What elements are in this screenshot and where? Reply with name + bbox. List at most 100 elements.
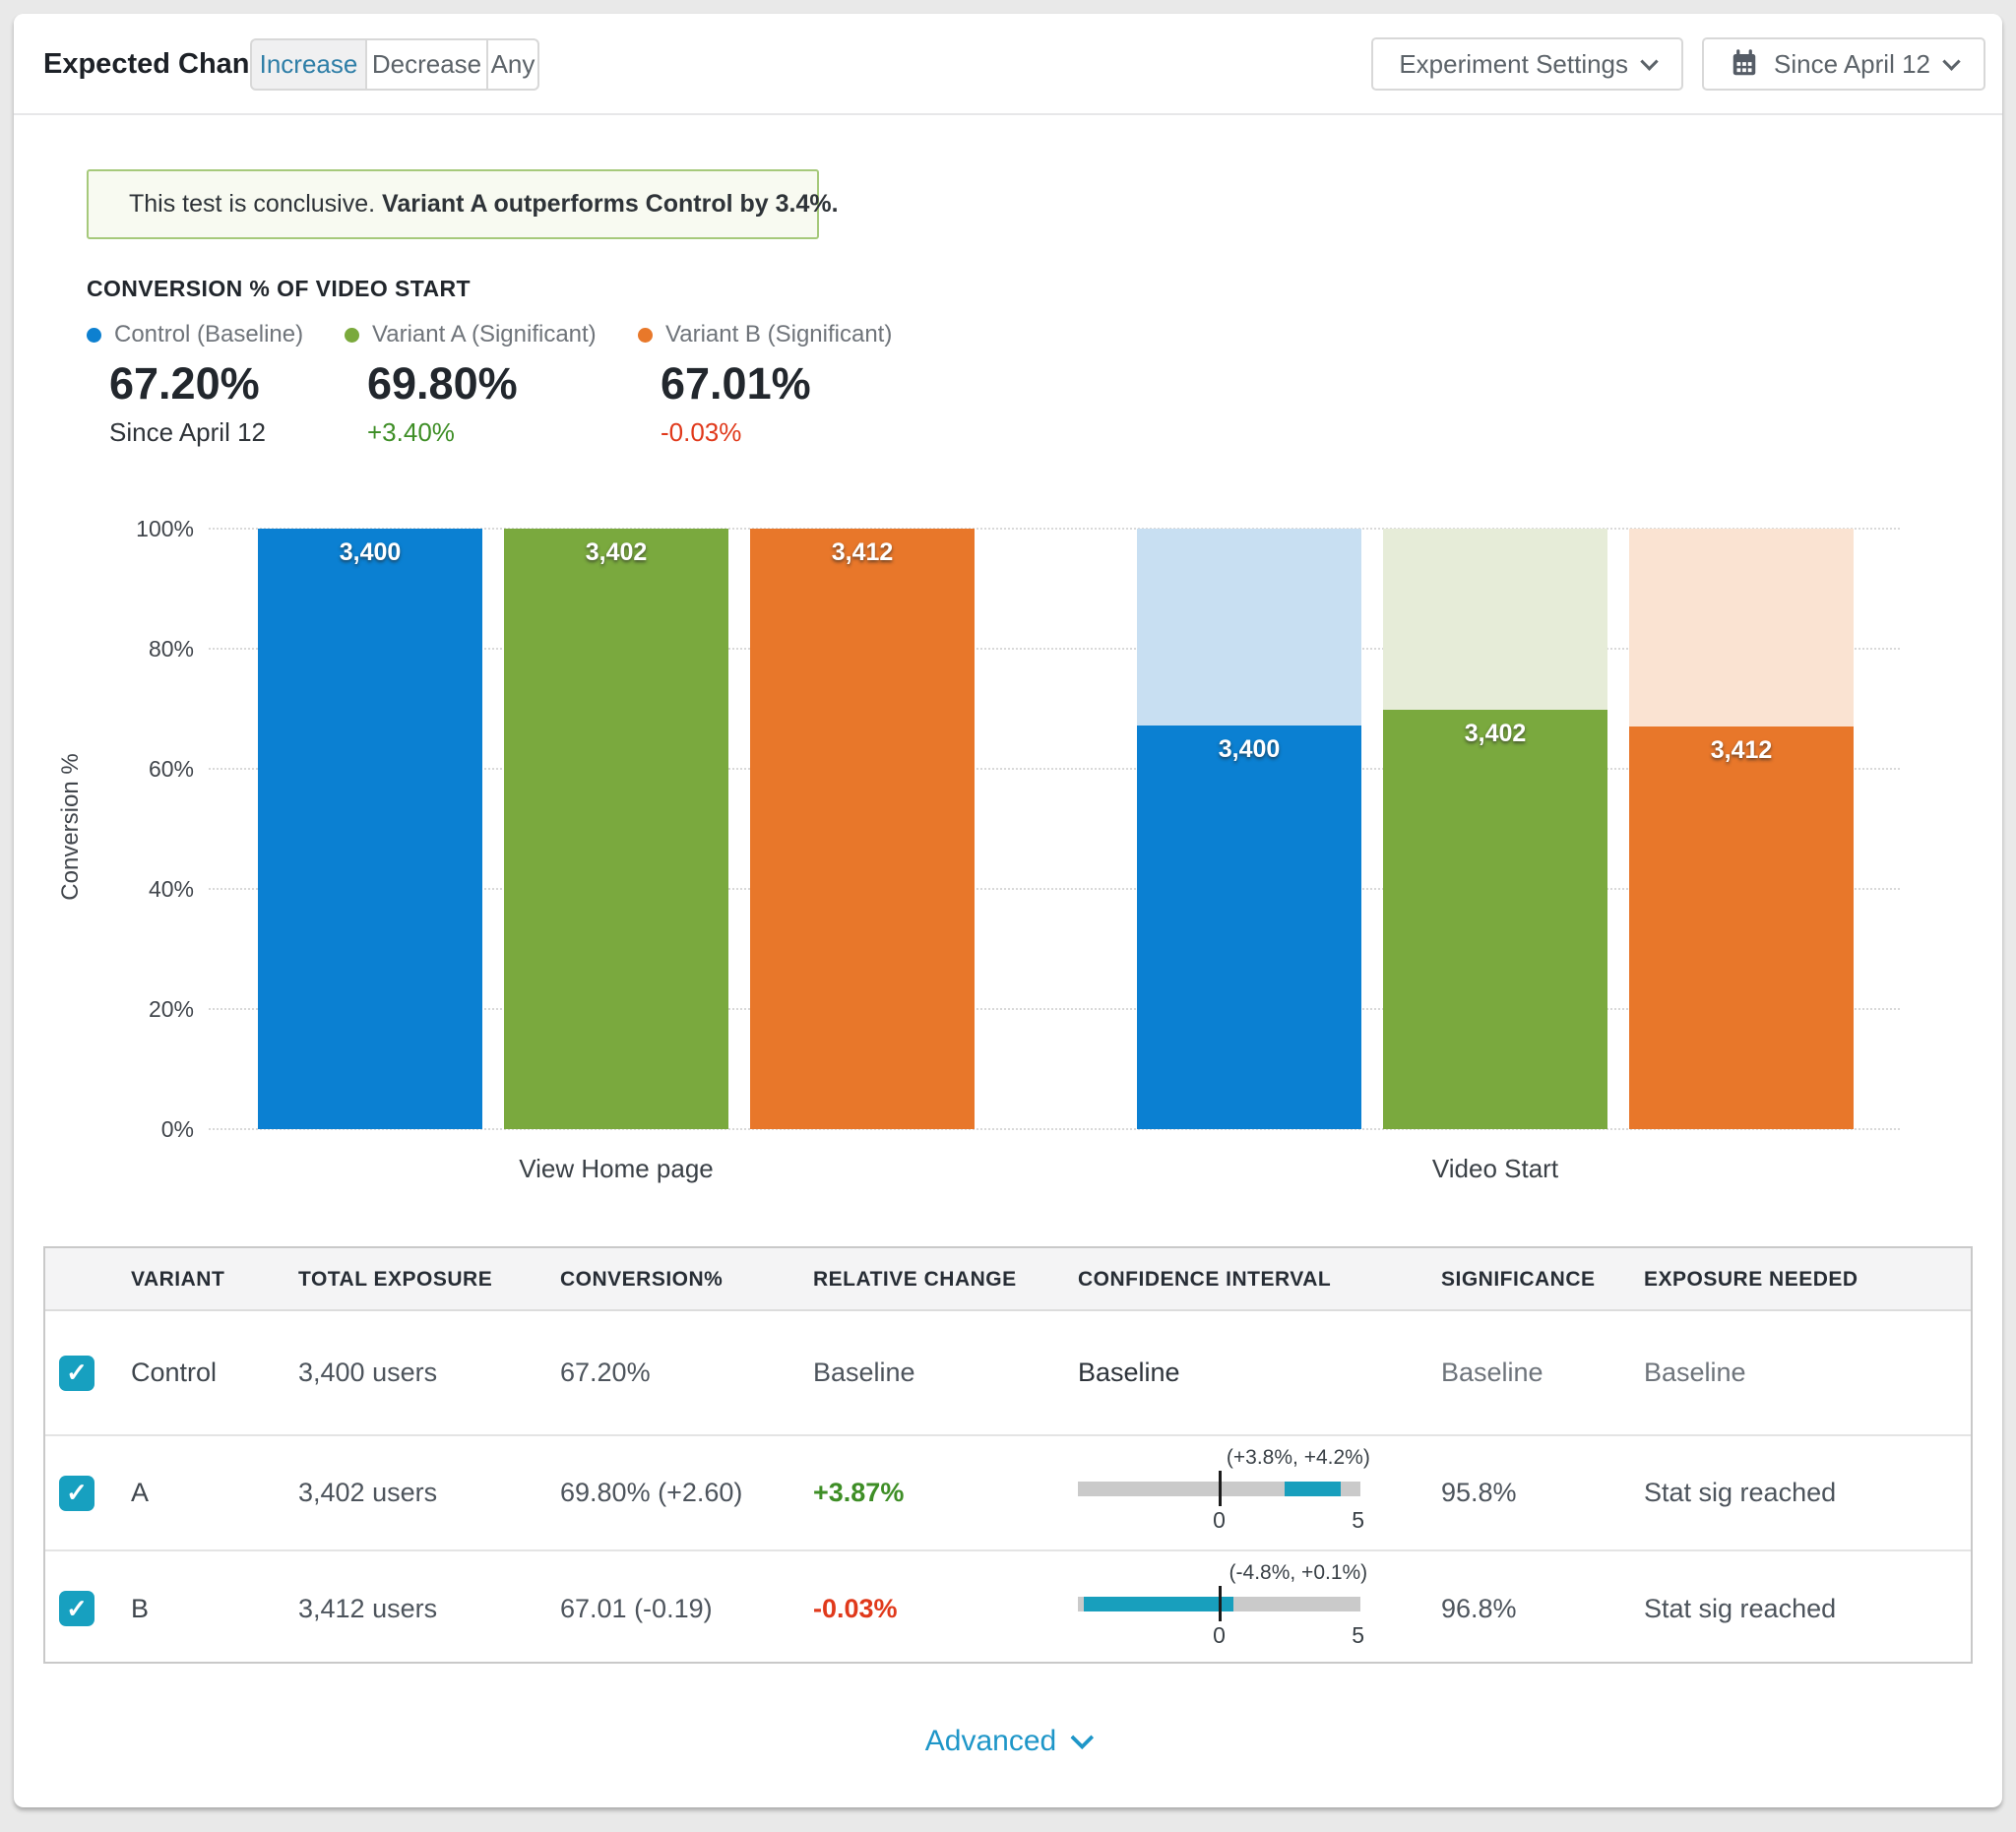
bar-control-view-home-page[interactable]: 3,400 bbox=[258, 529, 482, 1129]
toggle-any[interactable]: Any bbox=[486, 38, 539, 91]
banner-text-normal: This test is conclusive. bbox=[129, 190, 375, 218]
bar-fill: 3,400 bbox=[258, 529, 482, 1129]
table-row-variant-a: A 3,402 users 69.80% (+2.60) +3.87% (+3.… bbox=[45, 1434, 1971, 1549]
banner-text-bold: Variant A outperforms Control by 3.4%. bbox=[382, 190, 839, 218]
x-axis-label-video-start: Video Start bbox=[1298, 1154, 1692, 1184]
metric-subtext: +3.40% bbox=[367, 417, 597, 448]
toggle-increase[interactable]: Increase bbox=[250, 38, 367, 91]
ci-axis-zero: 0 bbox=[1213, 1507, 1226, 1534]
chart-title: CONVERSION % OF VIDEO START bbox=[87, 276, 471, 302]
cell-variant: Control bbox=[131, 1311, 217, 1434]
cell-total-exposure: 3,400 users bbox=[298, 1311, 437, 1434]
x-axis-label-view-home-page: View Home page bbox=[419, 1154, 813, 1184]
chevron-down-icon bbox=[1942, 52, 1960, 70]
bar-variant-b-view-home-page[interactable]: 3,412 bbox=[750, 529, 975, 1129]
bar-variant-a-view-home-page[interactable]: 3,402 bbox=[504, 529, 728, 1129]
bar-count-label: 3,400 bbox=[1137, 735, 1361, 764]
y-tick: 40% bbox=[102, 876, 194, 902]
cell-exposure-needed: Stat sig reached bbox=[1644, 1436, 1836, 1549]
cell-conversion: 67.01 (-0.19) bbox=[560, 1551, 713, 1666]
legend-dot-icon bbox=[345, 328, 359, 343]
metric-value: 69.80% bbox=[367, 358, 597, 410]
cell-variant: B bbox=[131, 1551, 149, 1666]
advanced-label: Advanced bbox=[925, 1725, 1056, 1758]
metric-card-variant-b: Variant B (Significant) 67.01% -0.03% bbox=[638, 321, 892, 448]
column-header-total-exposure: TOTAL EXPOSURE bbox=[298, 1248, 492, 1311]
bar-count-label: 3,402 bbox=[504, 538, 728, 567]
ci-zero-tick bbox=[1219, 1586, 1222, 1621]
column-header-significance: SIGNIFICANCE bbox=[1441, 1248, 1596, 1311]
ci-track bbox=[1078, 1482, 1360, 1496]
legend-label: Variant A (Significant) bbox=[372, 321, 597, 348]
cell-relative-change: -0.03% bbox=[813, 1551, 898, 1666]
bar-variant-a-video-start[interactable]: 3,402 bbox=[1383, 529, 1607, 1129]
row-checkbox[interactable] bbox=[59, 1591, 94, 1626]
y-axis-ticks: 100% 80% 60% 40% 20% 0% bbox=[102, 529, 194, 1129]
legend-entry-control: Control (Baseline) bbox=[87, 321, 303, 348]
table-row-variant-b: B 3,412 users 67.01 (-0.19) -0.03% (-4.8… bbox=[45, 1549, 1971, 1666]
ci-zero-tick bbox=[1219, 1471, 1222, 1506]
metric-subtext: Since April 12 bbox=[109, 417, 303, 448]
column-header-conversion: CONVERSION% bbox=[560, 1248, 723, 1311]
bar-variant-b-video-start[interactable]: 3,412 bbox=[1629, 529, 1854, 1129]
legend-dot-icon bbox=[87, 328, 101, 343]
ci-axis-end: 5 bbox=[1352, 1622, 1364, 1649]
y-tick: 0% bbox=[102, 1116, 194, 1142]
results-table: VARIANT TOTAL EXPOSURE CONVERSION% RELAT… bbox=[43, 1246, 1973, 1664]
date-range-dropdown[interactable]: Since April 12 bbox=[1702, 37, 1985, 91]
ci-track bbox=[1078, 1597, 1360, 1611]
metric-value: 67.01% bbox=[661, 358, 892, 410]
column-header-confidence-interval: CONFIDENCE INTERVAL bbox=[1078, 1248, 1331, 1311]
column-header-relative-change: RELATIVE CHANGE bbox=[813, 1248, 1017, 1311]
confidence-interval-widget: (-4.8%, +0.1%) 0 5 bbox=[1078, 1561, 1360, 1656]
bar-count-label: 3,402 bbox=[1383, 720, 1607, 748]
metric-card-variant-a: Variant A (Significant) 69.80% +3.40% bbox=[345, 321, 597, 448]
y-tick: 60% bbox=[102, 756, 194, 782]
bar-fill: 3,402 bbox=[1383, 710, 1607, 1129]
experiment-settings-dropdown[interactable]: Experiment Settings bbox=[1371, 37, 1683, 91]
y-axis-label: Conversion % bbox=[57, 753, 85, 900]
table-header-row: VARIANT TOTAL EXPOSURE CONVERSION% RELAT… bbox=[45, 1248, 1971, 1311]
bar-chart-plot-area: 3,400 3,402 3,412 3,400 3,402 bbox=[209, 529, 1900, 1129]
banner-text: This test is conclusive. Variant A outpe… bbox=[129, 190, 839, 219]
cell-relative-change: +3.87% bbox=[813, 1436, 904, 1549]
row-checkbox[interactable] bbox=[59, 1476, 94, 1511]
y-tick: 100% bbox=[102, 516, 194, 541]
metric-subtext: -0.03% bbox=[661, 417, 892, 448]
bar-control-video-start[interactable]: 3,400 bbox=[1137, 529, 1361, 1129]
legend-entry-variant-a: Variant A (Significant) bbox=[345, 321, 597, 348]
bar-count-label: 3,412 bbox=[1629, 736, 1854, 765]
cell-exposure-needed: Baseline bbox=[1644, 1311, 1746, 1434]
conclusive-banner: This test is conclusive. Variant A outpe… bbox=[87, 169, 819, 239]
legend-label: Control (Baseline) bbox=[114, 321, 303, 348]
cell-variant: A bbox=[131, 1436, 149, 1549]
y-tick: 80% bbox=[102, 636, 194, 662]
column-header-exposure-needed: EXPOSURE NEEDED bbox=[1644, 1248, 1858, 1311]
ci-axis-zero: 0 bbox=[1213, 1622, 1226, 1649]
cell-total-exposure: 3,412 users bbox=[298, 1551, 437, 1666]
column-header-variant: VARIANT bbox=[131, 1248, 224, 1311]
cell-total-exposure: 3,402 users bbox=[298, 1436, 437, 1549]
y-tick: 20% bbox=[102, 996, 194, 1022]
topbar-actions: Experiment Settings Since April 12 bbox=[1371, 37, 1985, 91]
cell-confidence-interval: Baseline bbox=[1078, 1311, 1180, 1434]
date-range-label: Since April 12 bbox=[1774, 49, 1930, 80]
bar-count-label: 3,412 bbox=[750, 538, 975, 567]
legend-label: Variant B (Significant) bbox=[665, 321, 892, 348]
ci-range-label: (-4.8%, +0.1%) bbox=[1229, 1561, 1368, 1585]
ci-range-label: (+3.8%, +4.2%) bbox=[1227, 1446, 1370, 1470]
ci-interval-bar bbox=[1285, 1482, 1341, 1496]
metric-card-control: Control (Baseline) 67.20% Since April 12 bbox=[87, 321, 303, 448]
ci-interval-bar bbox=[1084, 1597, 1233, 1611]
bar-fill: 3,412 bbox=[750, 529, 975, 1129]
chevron-down-icon bbox=[1071, 1726, 1095, 1749]
experiment-settings-label: Experiment Settings bbox=[1399, 49, 1628, 80]
advanced-toggle[interactable]: Advanced bbox=[925, 1725, 1091, 1758]
cell-significance: 96.8% bbox=[1441, 1551, 1517, 1666]
cell-conversion: 67.20% bbox=[560, 1311, 651, 1434]
metric-value: 67.20% bbox=[109, 358, 303, 410]
bar-fill: 3,412 bbox=[1629, 726, 1854, 1129]
row-checkbox[interactable] bbox=[59, 1356, 94, 1391]
bar-fill: 3,402 bbox=[504, 529, 728, 1129]
toggle-decrease[interactable]: Decrease bbox=[365, 38, 488, 91]
